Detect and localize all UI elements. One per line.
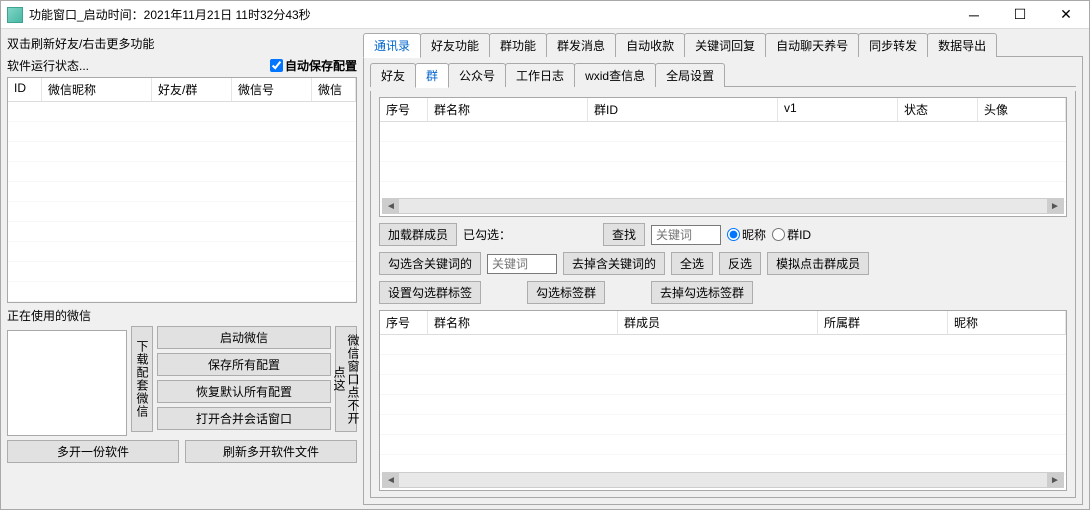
controls-row-3: 设置勾选群标签 勾选标签群 去掉勾选标签群 xyxy=(379,281,1067,304)
check-contain-button[interactable]: 勾选含关键词的 xyxy=(379,252,481,275)
wx-window-tip-button[interactable]: 微信窗口点不开点这 xyxy=(335,326,357,432)
uncheck-contain-button[interactable]: 去掉含关键词的 xyxy=(563,252,665,275)
g2-col-belong[interactable]: 所属群 xyxy=(818,311,948,334)
groups-hscroll[interactable]: ◄ ► xyxy=(382,198,1064,214)
using-wx-label: 正在使用的微信 xyxy=(7,307,357,324)
col-nick[interactable]: 微信昵称 xyxy=(42,78,152,101)
autosave-checkbox[interactable]: 自动保存配置 xyxy=(270,57,357,74)
right-panel: 通讯录 好友功能 群功能 群发消息 自动收款 关键词回复 自动聊天养号 同步转发… xyxy=(361,29,1089,509)
col-fg[interactable]: 好友/群 xyxy=(152,78,232,101)
main-tabs: 通讯录 好友功能 群功能 群发消息 自动收款 关键词回复 自动聊天养号 同步转发… xyxy=(363,33,1083,57)
scroll-right-icon[interactable]: ► xyxy=(1047,199,1063,213)
subtab-worklog[interactable]: 工作日志 xyxy=(505,63,575,87)
subtab-official[interactable]: 公众号 xyxy=(448,63,506,87)
col-wxh[interactable]: 微信号 xyxy=(232,78,312,101)
remove-tag-button[interactable]: 去掉勾选标签群 xyxy=(651,281,753,304)
friends-table-body[interactable] xyxy=(8,102,356,303)
friends-table-head: ID 微信昵称 好友/群 微信号 微信 xyxy=(8,78,356,102)
invert-button[interactable]: 反选 xyxy=(719,252,761,275)
restore-config-button[interactable]: 恢复默认所有配置 xyxy=(157,380,331,403)
g1-col-avatar[interactable]: 头像 xyxy=(978,98,1066,121)
main-tab-page: 好友 群 公众号 工作日志 wxid查信息 全局设置 序号 群名称 群ID v1 xyxy=(363,57,1083,505)
set-tag-button[interactable]: 设置勾选群标签 xyxy=(379,281,481,304)
save-config-button[interactable]: 保存所有配置 xyxy=(157,353,331,376)
sim-click-button[interactable]: 模拟点击群成员 xyxy=(767,252,869,275)
load-members-button[interactable]: 加载群成员 xyxy=(379,223,457,246)
left-panel: 双击刷新好友/右击更多功能 软件运行状态... 自动保存配置 ID 微信昵称 好… xyxy=(1,29,361,509)
g2-col-member[interactable]: 群成员 xyxy=(618,311,818,334)
hint-text: 双击刷新好友/右击更多功能 xyxy=(7,33,357,53)
tab-contacts[interactable]: 通讯录 xyxy=(363,33,421,58)
autosave-input[interactable] xyxy=(270,59,283,72)
tab-auto-chat[interactable]: 自动聊天养号 xyxy=(765,33,859,57)
minimize-button[interactable]: ─ xyxy=(951,1,997,29)
subtab-wxid[interactable]: wxid查信息 xyxy=(574,63,656,87)
radio-groupid[interactable]: 群ID xyxy=(772,226,811,243)
refresh-multi-button[interactable]: 刷新多开软件文件 xyxy=(185,440,357,463)
subtab-global[interactable]: 全局设置 xyxy=(655,63,725,87)
scroll-left-icon[interactable]: ◄ xyxy=(383,473,399,487)
select-all-button[interactable]: 全选 xyxy=(671,252,713,275)
keyword-input[interactable] xyxy=(651,225,721,245)
keyword2-input[interactable] xyxy=(487,254,557,274)
tab-group-func[interactable]: 群功能 xyxy=(489,33,547,57)
tab-keyword-reply[interactable]: 关键词回复 xyxy=(684,33,766,57)
scroll-left-icon[interactable]: ◄ xyxy=(383,199,399,213)
radio-nick[interactable]: 昵称 xyxy=(727,226,766,243)
checked-label: 已勾选： xyxy=(463,226,511,243)
groups-table[interactable]: 序号 群名称 群ID v1 状态 头像 ◄ ► xyxy=(379,97,1067,217)
tab-friend-func[interactable]: 好友功能 xyxy=(420,33,490,57)
col-wxi[interactable]: 微信 xyxy=(312,78,356,101)
tab-sync-forward[interactable]: 同步转发 xyxy=(858,33,928,57)
current-wx-box[interactable] xyxy=(7,330,127,436)
friends-table[interactable]: ID 微信昵称 好友/群 微信号 微信 xyxy=(7,77,357,303)
g1-col-status[interactable]: 状态 xyxy=(898,98,978,121)
merge-window-button[interactable]: 打开合并会话窗口 xyxy=(157,407,331,430)
g2-col-nick[interactable]: 昵称 xyxy=(948,311,1066,334)
g1-col-v1[interactable]: v1 xyxy=(778,98,898,121)
g1-col-seq[interactable]: 序号 xyxy=(380,98,428,121)
app-window: 功能窗口_启动时间：2021年11月21日 11时32分43秒 ─ ☐ ✕ 双击… xyxy=(0,0,1090,510)
title-bar: 功能窗口_启动时间：2021年11月21日 11时32分43秒 ─ ☐ ✕ xyxy=(1,1,1089,29)
members-table[interactable]: 序号 群名称 群成员 所属群 昵称 ◄ ► xyxy=(379,310,1067,491)
status-text: 软件运行状态... xyxy=(7,57,89,74)
subtab-friends[interactable]: 好友 xyxy=(370,63,416,87)
g1-col-gid[interactable]: 群ID xyxy=(588,98,778,121)
download-wx-button[interactable]: 下载配套微信 xyxy=(131,326,153,432)
window-title: 功能窗口_启动时间：2021年11月21日 11时32分43秒 xyxy=(29,6,311,23)
subtab-groups[interactable]: 群 xyxy=(415,63,449,88)
tab-export[interactable]: 数据导出 xyxy=(927,33,997,57)
launch-wx-button[interactable]: 启动微信 xyxy=(157,326,331,349)
g2-col-name[interactable]: 群名称 xyxy=(428,311,618,334)
sub-tabs: 好友 群 公众号 工作日志 wxid查信息 全局设置 xyxy=(370,63,1076,87)
check-tag-button[interactable]: 勾选标签群 xyxy=(527,281,605,304)
col-id[interactable]: ID xyxy=(8,78,42,101)
find-button[interactable]: 查找 xyxy=(603,223,645,246)
scroll-right-icon[interactable]: ► xyxy=(1047,473,1063,487)
tab-auto-collect[interactable]: 自动收款 xyxy=(615,33,685,57)
sub-tab-page: 序号 群名称 群ID v1 状态 头像 ◄ ► xyxy=(370,91,1076,498)
app-icon xyxy=(7,7,23,23)
close-button[interactable]: ✕ xyxy=(1043,1,1089,29)
tab-mass-send[interactable]: 群发消息 xyxy=(546,33,616,57)
g1-col-name[interactable]: 群名称 xyxy=(428,98,588,121)
members-table-body[interactable] xyxy=(380,335,1066,491)
members-hscroll[interactable]: ◄ ► xyxy=(382,472,1064,488)
maximize-button[interactable]: ☐ xyxy=(997,1,1043,29)
controls-row-2: 勾选含关键词的 去掉含关键词的 全选 反选 模拟点击群成员 xyxy=(379,252,1067,275)
autosave-label: 自动保存配置 xyxy=(285,57,357,74)
g2-col-seq[interactable]: 序号 xyxy=(380,311,428,334)
controls-row-1: 加载群成员 已勾选： 查找 昵称 群ID xyxy=(379,223,1067,246)
multi-open-button[interactable]: 多开一份软件 xyxy=(7,440,179,463)
